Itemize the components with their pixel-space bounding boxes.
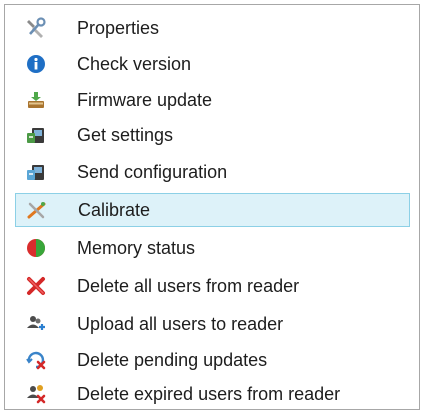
menu-item-label: Firmware update: [77, 90, 213, 110]
menu-item-send-configuration[interactable]: Send configuration: [15, 155, 410, 189]
menu-item-label: Get settings: [77, 125, 174, 145]
menu-item-label: Delete all users from reader: [77, 276, 300, 296]
menu-item-delete-expired-users[interactable]: Delete expired users from reader: [15, 377, 410, 411]
menu-item-upload-all-users[interactable]: Upload all users to reader: [15, 307, 410, 341]
get-settings-icon: [25, 124, 47, 146]
menu-item-label: Calibrate: [78, 200, 151, 220]
firmware-icon: [25, 89, 47, 111]
menu-item-label: Check version: [77, 54, 192, 74]
info-icon: [25, 53, 47, 75]
menu-item-get-settings[interactable]: Get settings: [15, 118, 410, 152]
calibrate-icon: [26, 199, 48, 221]
delete-x-icon: [25, 275, 47, 297]
menu-item-delete-all-users[interactable]: Delete all users from reader: [15, 269, 410, 303]
menu-item-check-version[interactable]: Check version: [15, 47, 410, 81]
menu-item-label: Delete pending updates: [77, 350, 268, 370]
tools-icon: [25, 17, 47, 39]
menu-item-label: Memory status: [77, 238, 196, 258]
users-upload-icon: [25, 313, 47, 335]
context-menu: Properties Check version Firmware update: [4, 4, 420, 410]
delete-pending-icon: [25, 349, 47, 371]
menu-item-label: Send configuration: [77, 162, 228, 182]
menu-item-calibrate[interactable]: Calibrate: [15, 193, 410, 227]
menu-item-properties[interactable]: Properties: [15, 11, 410, 45]
delete-expired-users-icon: [25, 383, 47, 405]
memory-pie-icon: [25, 237, 47, 259]
menu-item-label: Upload all users to reader: [77, 314, 284, 334]
menu-item-delete-pending-updates[interactable]: Delete pending updates: [15, 343, 410, 377]
menu-item-memory-status[interactable]: Memory status: [15, 231, 410, 265]
menu-item-label: Properties: [77, 18, 160, 38]
menu-item-firmware-update[interactable]: Firmware update: [15, 83, 410, 117]
menu-item-label: Delete expired users from reader: [77, 384, 341, 404]
send-configuration-icon: [25, 161, 47, 183]
